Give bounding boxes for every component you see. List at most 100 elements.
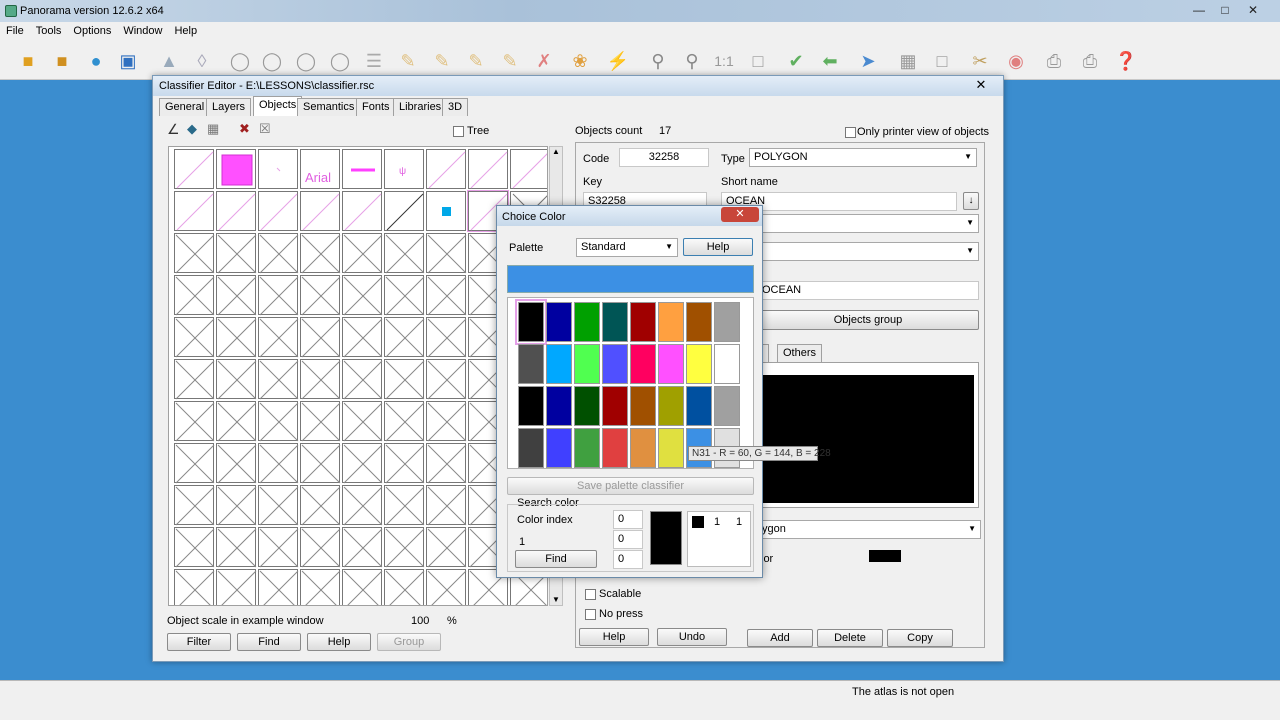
color-swatch-2-3[interactable] xyxy=(602,386,628,426)
color-swatch-2-2[interactable] xyxy=(574,386,600,426)
pointer-icon[interactable]: ➤ xyxy=(854,47,882,75)
maximize-icon[interactable]: □ xyxy=(1212,3,1238,19)
empty-cell[interactable] xyxy=(174,359,215,400)
tree-checkbox[interactable] xyxy=(453,126,464,137)
open-folder-icon[interactable]: ■ xyxy=(14,47,42,75)
empty-cell[interactable] xyxy=(300,443,341,484)
empty-cell[interactable] xyxy=(258,359,299,400)
grid-select-icon[interactable]: ▦ xyxy=(207,121,219,137)
add-button[interactable]: Add xyxy=(747,629,813,647)
empty-cell[interactable] xyxy=(216,401,257,442)
object-cell[interactable]: Arial xyxy=(300,149,340,189)
empty-cell[interactable] xyxy=(384,443,425,484)
objects-group-button[interactable]: Objects group xyxy=(757,310,979,330)
binoculars-2-icon[interactable]: ◯ xyxy=(258,47,286,75)
color-g-field[interactable]: 0 xyxy=(613,530,643,549)
object-cell[interactable] xyxy=(342,149,382,189)
empty-cell[interactable] xyxy=(300,569,341,605)
menu-file[interactable]: File xyxy=(0,22,30,37)
tab-others[interactable]: Others xyxy=(777,344,823,362)
pencil-icon[interactable]: ✎ xyxy=(394,47,422,75)
editor-close-icon[interactable]: ✕ xyxy=(968,77,994,93)
code-field[interactable]: 32258 xyxy=(619,148,709,167)
empty-cell[interactable] xyxy=(300,527,341,568)
empty-cell[interactable] xyxy=(342,443,383,484)
color-b-field[interactable]: 0 xyxy=(613,550,643,569)
print-preview-icon[interactable]: ⎙ xyxy=(1076,47,1104,75)
empty-cell[interactable] xyxy=(384,275,425,316)
edit-icon[interactable]: ✎ xyxy=(428,47,456,75)
color-swatch-3-2[interactable] xyxy=(574,428,600,468)
empty-cell[interactable] xyxy=(426,317,467,358)
binoculars-4-icon[interactable]: ◯ xyxy=(326,47,354,75)
empty-cell[interactable] xyxy=(300,317,341,358)
delete-button[interactable]: Delete xyxy=(817,629,883,647)
color-swatch-2-1[interactable] xyxy=(546,386,572,426)
layer-select[interactable]: ▼ xyxy=(757,214,979,233)
color-swatch-0-5[interactable] xyxy=(658,302,684,342)
color-swatch-1-2[interactable] xyxy=(574,344,600,384)
empty-cell[interactable] xyxy=(216,233,257,274)
object-cell[interactable] xyxy=(468,149,508,189)
map-settings-icon[interactable]: ▣ xyxy=(114,47,142,75)
color-swatch-3-3[interactable] xyxy=(602,428,628,468)
object-cell[interactable] xyxy=(216,149,256,189)
list-icon[interactable]: ☰ xyxy=(360,47,388,75)
empty-cell[interactable] xyxy=(258,233,299,274)
palette-icon[interactable]: ❀ xyxy=(566,47,594,75)
empty-cell[interactable] xyxy=(216,359,257,400)
delete-object-icon[interactable]: ✗ xyxy=(530,47,558,75)
objects-grid[interactable]: Arial ψ xyxy=(168,146,548,606)
empty-cell[interactable] xyxy=(426,401,467,442)
filter-button[interactable]: Filter xyxy=(167,633,231,651)
clear-icon[interactable]: ☒ xyxy=(259,121,271,137)
edit-3-icon[interactable]: ✎ xyxy=(496,47,524,75)
empty-cell[interactable] xyxy=(174,233,215,274)
color-swatch-2-5[interactable] xyxy=(658,386,684,426)
open-map-icon[interactable]: ■ xyxy=(48,47,76,75)
empty-cell[interactable] xyxy=(426,485,467,526)
empty-cell[interactable] xyxy=(174,275,215,316)
short-name-arrow-icon[interactable]: ↓ xyxy=(963,192,979,210)
object-cell[interactable] xyxy=(258,149,298,189)
color-swatch-1-1[interactable] xyxy=(546,344,572,384)
color-swatch-0-7[interactable] xyxy=(714,302,740,342)
empty-cell[interactable] xyxy=(426,569,467,605)
fit-icon[interactable]: □ xyxy=(744,47,772,75)
empty-cell[interactable] xyxy=(258,569,299,605)
color-swatch-0-3[interactable] xyxy=(602,302,628,342)
color-swatch-0-1[interactable] xyxy=(546,302,572,342)
layers-icon[interactable]: ▲ xyxy=(155,47,183,75)
find-color-button[interactable]: Find xyxy=(515,550,597,568)
check-icon[interactable]: ✔ xyxy=(782,47,810,75)
empty-cell[interactable] xyxy=(384,359,425,400)
scroll-up-icon[interactable]: ▲ xyxy=(552,147,560,156)
empty-cell[interactable] xyxy=(342,401,383,442)
color-swatch-1-0[interactable] xyxy=(518,344,544,384)
tab-general[interactable]: General xyxy=(159,98,211,116)
type-select[interactable]: POLYGON ▼ xyxy=(749,148,977,167)
copy-button[interactable]: Copy xyxy=(887,629,953,647)
find-button[interactable]: Find xyxy=(237,633,301,651)
empty-cell[interactable] xyxy=(258,443,299,484)
save-palette-button[interactable]: Save palette classifier xyxy=(507,477,754,495)
empty-cell[interactable] xyxy=(384,527,425,568)
empty-cell[interactable] xyxy=(216,569,257,605)
object-cell[interactable] xyxy=(300,191,340,231)
tab-layers[interactable]: Layers xyxy=(206,98,252,116)
empty-cell[interactable] xyxy=(342,569,383,605)
color-swatch-3-4[interactable] xyxy=(630,428,656,468)
zoom-out-icon[interactable]: ⚲ xyxy=(644,47,672,75)
mini-swatch[interactable] xyxy=(692,516,704,528)
empty-cell[interactable] xyxy=(216,485,257,526)
empty-cell[interactable] xyxy=(426,527,467,568)
empty-cell[interactable] xyxy=(300,485,341,526)
printer-view-checkbox[interactable] xyxy=(845,127,856,138)
object-cell[interactable] xyxy=(258,191,298,231)
object-cell[interactable] xyxy=(426,191,466,231)
object-cell[interactable]: ψ xyxy=(384,149,424,189)
polygon-select[interactable]: ygon ▼ xyxy=(757,520,981,539)
empty-cell[interactable] xyxy=(342,485,383,526)
color-swatch-2-6[interactable] xyxy=(686,386,712,426)
empty-cell[interactable] xyxy=(174,443,215,484)
